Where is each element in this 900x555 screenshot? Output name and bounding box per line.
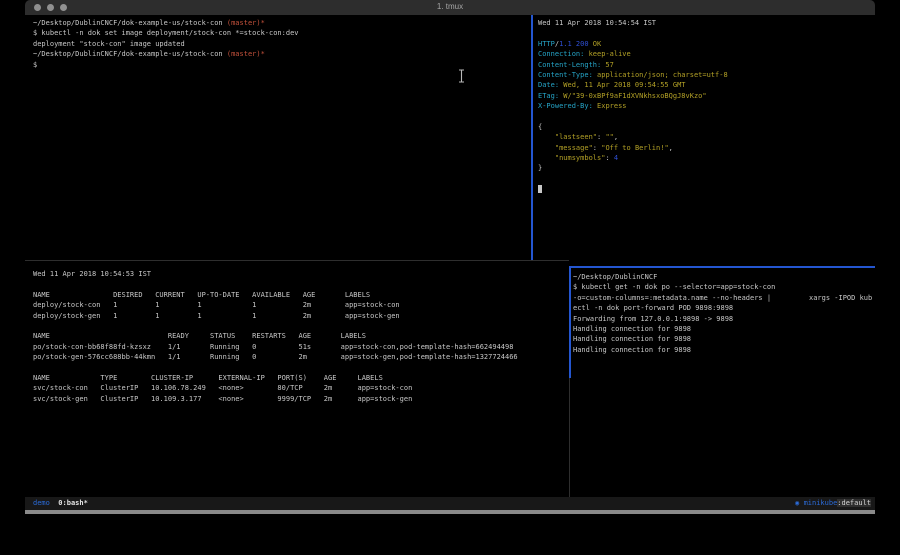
terminal-line [538,112,875,122]
terminal-line: { [538,122,875,132]
terminal-line: ectl -n dok port-forward POD 9898:9898 [573,303,875,313]
terminal-line [538,184,875,194]
terminal-line: ETag: W/"39-0xBPf9aF1dXVNkhsxoBQgJ8vKzo" [538,91,875,101]
status-right: ◉ minikube:default [795,497,871,510]
terminal-line: deploy/stock-gen 1 1 1 1 2m app=stock-ge… [33,311,567,321]
window-bottom-edge [25,510,875,514]
terminal-line: Handling connection for 9898 [573,324,875,334]
kube-cluster-name: minikube [804,499,838,507]
terminal-line [33,279,567,289]
tmux-session-name: demo [33,499,50,507]
pane-kubectl-get-watch[interactable]: Wed 11 Apr 2018 10:54:53 IST NAME DESIRE… [25,261,567,497]
tmux-status-bar: demo 0:bash* ◉ minikube:default [25,497,875,510]
screenshot-background: 1. tmux ~/Desktop/DublinCNCF/dok-example… [0,0,900,555]
kube-namespace: :default [837,499,871,507]
pane-divider-horizontal-left[interactable] [25,260,569,261]
window-titlebar[interactable]: 1. tmux [25,0,875,15]
status-left: demo 0:bash* [33,497,88,510]
terminal-line: ~/Desktop/DublinCNCF [573,272,875,282]
tmux-window: ~/Desktop/DublinCNCF/dok-example-us/stoc… [25,15,875,497]
terminal-line [538,174,875,184]
terminal-line: "lastseen": "", [538,132,875,142]
tmux-window-name[interactable]: 0:bash* [58,499,88,507]
pane-port-forward[interactable]: ~/Desktop/DublinCNCF$ kubectl get -n dok… [571,267,875,497]
terminal-line: ~/Desktop/DublinCNCF/dok-example-us/stoc… [33,18,531,28]
terminal-line: NAME READY STATUS RESTARTS AGE LABELS [33,331,567,341]
terminal-line: "numsymbols": 4 [538,153,875,163]
terminal-window: 1. tmux ~/Desktop/DublinCNCF/dok-example… [25,0,875,514]
terminal-line [538,28,875,38]
terminal-line: Wed 11 Apr 2018 10:54:53 IST [33,269,567,279]
terminal-line: Connection: keep-alive [538,49,875,59]
terminal-line: deployment "stock-con" image updated [33,39,531,49]
terminal-line: -o=custom-columns=:metadata.name --no-he… [573,293,875,303]
terminal-line: Handling connection for 9898 [573,334,875,344]
terminal-line: NAME DESIRED CURRENT UP-TO-DATE AVAILABL… [33,290,567,300]
terminal-line: Content-Length: 57 [538,60,875,70]
active-pane-border-left[interactable] [569,266,571,378]
terminal-line: $ kubectl -n dok set image deployment/st… [33,28,531,38]
terminal-line: Forwarding from 127.0.0.1:9898 -> 9898 [573,314,875,324]
terminal-line: "message": "Off to Berlin!", [538,143,875,153]
terminal-line: Handling connection for 9898 [573,345,875,355]
terminal-line: svc/stock-gen ClusterIP 10.109.3.177 <no… [33,394,567,404]
active-pane-border-top[interactable] [569,266,875,268]
terminal-line: HTTP/1.1 200 OK [538,39,875,49]
terminal-line: $ [33,60,531,70]
terminal-line: X-Powered-By: Express [538,101,875,111]
terminal-line: svc/stock-con ClusterIP 10.106.78.249 <n… [33,383,567,393]
terminal-line: $ kubectl get -n dok po --selector=app=s… [573,282,875,292]
terminal-line: po/stock-gen-576cc688bb-44kmn 1/1 Runnin… [33,352,567,362]
terminal-line: Date: Wed, 11 Apr 2018 09:54:55 GMT [538,80,875,90]
ibeam-mouse-cursor [458,68,465,82]
terminal-line: ~/Desktop/DublinCNCF/dok-example-us/stoc… [33,49,531,59]
terminal-line: deploy/stock-con 1 1 1 1 2m app=stock-co… [33,300,567,310]
terminal-line [33,321,567,331]
terminal-line [33,363,567,373]
window-title: 1. tmux [25,2,875,11]
terminal-line: Content-Type: application/json; charset=… [538,70,875,80]
pane-http-response-watch[interactable]: Wed 11 Apr 2018 10:54:54 IST HTTP/1.1 20… [533,15,875,265]
terminal-line: po/stock-con-bb68f88fd-kzsxz 1/1 Running… [33,342,567,352]
kubernetes-context-icon: ◉ [795,499,803,507]
terminal-line: } [538,163,875,173]
pane-divider-vertical-top[interactable] [531,15,533,261]
pane-divider-vertical-bottom[interactable] [569,378,570,497]
terminal-line: Wed 11 Apr 2018 10:54:54 IST [538,18,875,28]
terminal-line: NAME TYPE CLUSTER-IP EXTERNAL-IP PORT(S)… [33,373,567,383]
pane-shell-kubectl-set-image[interactable]: ~/Desktop/DublinCNCF/dok-example-us/stoc… [25,15,531,260]
